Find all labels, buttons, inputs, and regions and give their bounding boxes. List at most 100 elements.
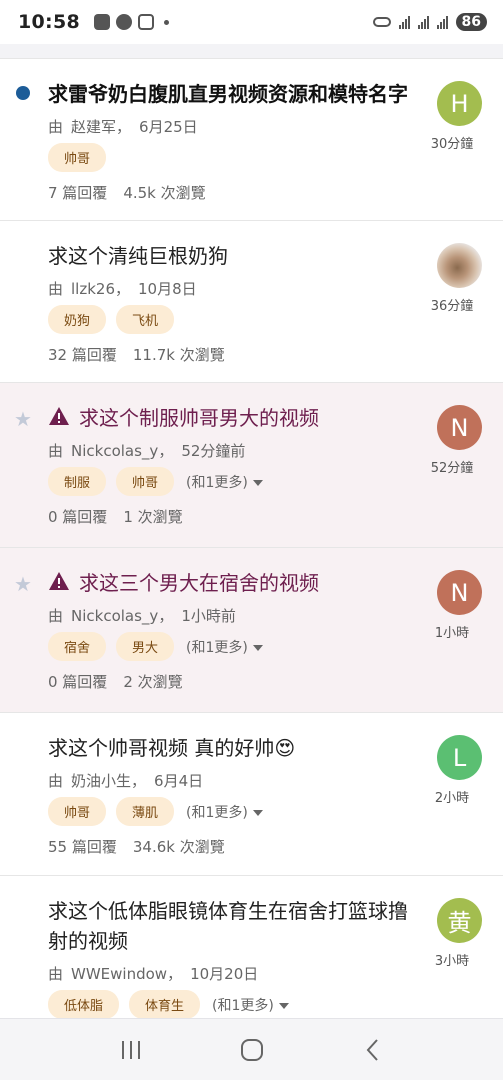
avatar[interactable]: H [437, 81, 482, 126]
topic-date: 52分鐘前 [181, 442, 246, 460]
author-name[interactable]: 赵建军 [71, 116, 116, 137]
battery-indicator: 86 [455, 13, 487, 31]
caret-down-icon [252, 479, 263, 486]
author-name[interactable]: llzk26 [71, 280, 115, 298]
topic-row[interactable]: 求雷爷奶白腹肌直男视频资源和模特名字由赵建军， 6月25日帅哥 7 篇回覆 4.5k … [0, 58, 503, 220]
topic-title[interactable]: 求雷爷奶白腹肌直男视频资源和模特名字 [48, 79, 408, 109]
tag-chip[interactable]: 帅哥 [116, 467, 175, 496]
topic-stats: 0 篇回覆 1 次瀏覽 [48, 506, 503, 527]
tag-chip[interactable]: 薄肌 [116, 797, 175, 826]
topic-title-line: 求这个帅哥视频 真的好帅😍 [48, 733, 418, 763]
recents-button[interactable] [117, 1036, 145, 1064]
more-tags-label: (和1更多) [186, 474, 248, 491]
avatar[interactable] [437, 243, 482, 288]
topic-row[interactable]: ★ 求这个制服帅哥男大的视频由 Nickcolas_y， 52分鐘前制服 帅哥 (和1更多… [0, 382, 503, 547]
signal-5g-icon [417, 15, 429, 29]
status-time: 10:58 [18, 11, 80, 33]
tag-list: 低体脂 体育生 (和1更多) [48, 990, 503, 1019]
topic-title[interactable]: 求这个帅哥视频 真的好帅😍 [48, 733, 295, 763]
check-badge-icon [93, 14, 110, 30]
topic-date: 10月20日 [190, 965, 259, 983]
avatar[interactable]: L [437, 735, 482, 780]
meta-comma: ， [158, 607, 174, 625]
more-tags-button[interactable]: (和1更多) [186, 472, 263, 492]
wechat-icon [115, 14, 132, 30]
signal-5g-icon [398, 15, 410, 29]
author-name[interactable]: WWEwindow [71, 965, 167, 983]
topic-stats: 55 篇回覆 34.6k 次瀏覽 [48, 836, 503, 857]
meta-prefix: 由 [48, 607, 64, 625]
caret-down-icon [252, 644, 263, 651]
tag-chip[interactable]: 帅哥 [48, 143, 107, 172]
meta-prefix: 由 [48, 442, 64, 460]
topic-row[interactable]: 求这个低体脂眼镜体育生在宿舍打篮球撸射的视频由 WWEwindow， 10月20日低… [0, 875, 503, 1025]
tag-chip[interactable]: 帅哥 [48, 797, 107, 826]
meta-comma: ， [115, 280, 131, 298]
wifi-signal-icon [436, 15, 448, 29]
topic-title-line: 求这个制服帅哥男大的视频 [48, 403, 418, 433]
last-activity: 3小時 [434, 954, 470, 969]
topic-row[interactable]: ★ 求这三个男大在宿舍的视频由 Nickcolas_y， 1小時前宿舍 男大 (和1更多)… [0, 547, 503, 712]
tag-chip[interactable]: 男大 [116, 632, 175, 661]
topic-date: 6月25日 [139, 118, 198, 136]
reply-count: 0 篇回覆 [48, 508, 108, 526]
home-button[interactable] [238, 1036, 266, 1064]
more-tags-button[interactable]: (和1更多) [186, 802, 263, 822]
header-divider [0, 44, 503, 58]
author-name[interactable]: Nickcolas_y [71, 442, 158, 460]
topic-title[interactable]: 求这个制服帅哥男大的视频 [79, 403, 319, 433]
meta-prefix: 由 [48, 772, 64, 790]
meta-prefix: 由 [48, 118, 64, 136]
tag-chip[interactable]: 奶狗 [48, 305, 107, 334]
tag-chip[interactable]: 飞机 [116, 305, 175, 334]
back-button[interactable] [359, 1036, 387, 1064]
tag-chip[interactable]: 宿舍 [48, 632, 107, 661]
avatar[interactable]: 黄 [437, 898, 482, 943]
topic-title[interactable]: 求这三个男大在宿舍的视频 [79, 568, 319, 598]
topic-title[interactable]: 求这个清纯巨根奶狗 [48, 241, 228, 271]
more-tags-button[interactable]: (和1更多) [186, 637, 263, 657]
star-icon[interactable]: ★ [14, 407, 32, 431]
author-name[interactable]: 奶油小生 [71, 770, 131, 791]
topic-stats: 7 篇回覆 4.5k 次瀏覽 [48, 182, 503, 203]
dot-icon [163, 19, 169, 25]
last-activity: 36分鐘 [430, 299, 474, 314]
last-activity: 2小時 [434, 791, 470, 806]
home-icon [240, 1038, 263, 1061]
meta-comma: ， [158, 442, 174, 460]
meta-comma: ， [167, 965, 183, 983]
view-count: 11.7k 次瀏覽 [132, 346, 225, 364]
topic-title-line: 求雷爷奶白腹肌直男视频资源和模特名字 [48, 79, 418, 109]
last-activity: 30分鐘 [430, 137, 474, 152]
more-tags-button[interactable]: (和1更多) [212, 995, 289, 1015]
caret-down-icon [252, 809, 263, 816]
meta-comma: ， [131, 772, 147, 790]
tag-chip[interactable]: 制服 [48, 467, 107, 496]
star-icon[interactable]: ★ [14, 572, 32, 596]
view-count: 34.6k 次瀏覽 [132, 838, 225, 856]
avatar[interactable]: N [437, 570, 482, 615]
topic-date: 1小時前 [181, 607, 236, 625]
back-icon [366, 1038, 378, 1061]
tag-chip[interactable]: 体育生 [129, 990, 201, 1019]
author-name[interactable]: Nickcolas_y [71, 607, 158, 625]
tag-chip[interactable]: 低体脂 [48, 990, 120, 1019]
key-icon [372, 17, 391, 27]
topic-title[interactable]: 求这个低体脂眼镜体育生在宿舍打篮球撸射的视频 [48, 896, 418, 956]
view-count: 2 次瀏覽 [123, 673, 183, 691]
reply-count: 0 篇回覆 [48, 673, 108, 691]
avatar[interactable]: N [437, 405, 482, 450]
topic-stats: 32 篇回覆 11.7k 次瀏覽 [48, 344, 503, 365]
topic-row[interactable]: 求这个清纯巨根奶狗由 llzk26， 10月8日 奶狗 飞机 32 篇回覆 11.7k 次瀏… [0, 220, 503, 382]
topic-title-line: 求这三个男大在宿舍的视频 [48, 568, 418, 598]
reply-count: 55 篇回覆 [48, 838, 117, 856]
unread-indicator [16, 86, 30, 100]
warning-icon [49, 407, 69, 425]
screenshot-icon [137, 14, 154, 30]
last-activity: 52分鐘 [430, 461, 474, 476]
topic-row[interactable]: 求这个帅哥视频 真的好帅😍 由奶油小生， 6月4日 帅哥 薄肌 (和1更多) 55 篇回覆 3… [0, 712, 503, 875]
meta-comma: ， [116, 118, 132, 136]
more-tags-label: (和1更多) [212, 997, 274, 1014]
topic-date: 10月8日 [138, 280, 197, 298]
reply-count: 7 篇回覆 [48, 184, 108, 202]
